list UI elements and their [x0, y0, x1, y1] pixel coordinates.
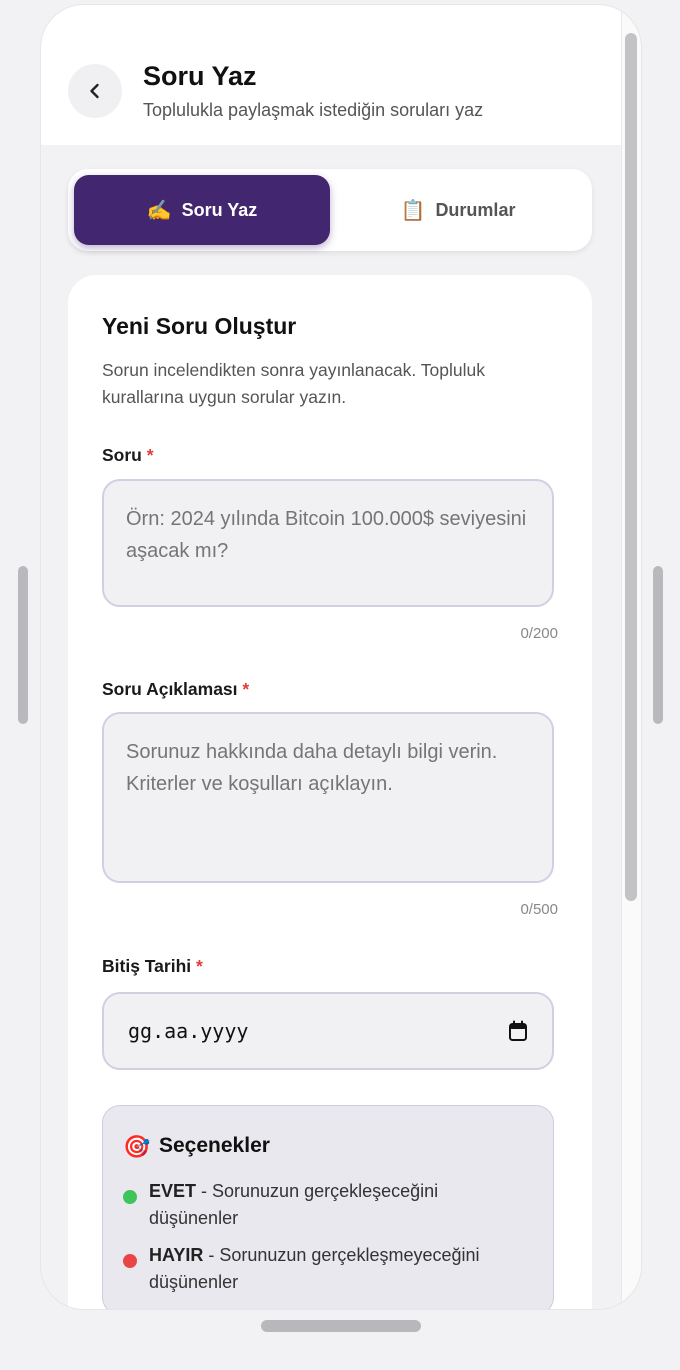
question-input[interactable]	[102, 479, 554, 607]
options-box: 🎯 Seçenekler EVET - Sorunuzun gerçekleşe…	[102, 1105, 554, 1309]
calendar-icon[interactable]	[508, 1020, 528, 1042]
chevron-left-icon	[90, 83, 99, 99]
description-char-counter: 0/500	[520, 901, 558, 918]
new-question-card: Yeni Soru Oluştur Sorun incelendikten so…	[68, 275, 592, 1309]
option-yes-text: EVET - Sorunuzun gerçekleşeceğini düşüne…	[149, 1178, 523, 1232]
description-input[interactable]	[102, 712, 554, 883]
back-button[interactable]	[68, 64, 122, 118]
option-yes-key: EVET	[149, 1181, 197, 1201]
tab-label: Soru Yaz	[181, 199, 258, 220]
tab-durumlar[interactable]: 📋 Durumlar	[330, 175, 586, 245]
option-yes: EVET - Sorunuzun gerçekleşeceğini düşüne…	[123, 1178, 523, 1232]
description-label: Soru Açıklaması *	[102, 679, 249, 700]
card-description: Sorun incelendikten sonra yayınlanacak. …	[102, 360, 485, 407]
question-label-text: Soru	[102, 445, 142, 465]
required-mark: *	[146, 445, 154, 465]
end-date-input[interactable]: gg.aa.yyyy	[102, 992, 554, 1070]
tab-soru-yaz[interactable]: ✍️ Soru Yaz	[74, 175, 330, 245]
phone-screen: Soru Yaz Toplulukla paylaşmak istediğin …	[40, 4, 642, 1310]
option-no-key: HAYIR	[149, 1245, 204, 1265]
side-button-right	[653, 566, 663, 724]
end-date-label-text: Bitiş Tarihi	[102, 956, 192, 976]
writing-hand-icon: ✍️	[146, 199, 172, 222]
date-value: gg.aa.yyyy	[128, 1019, 249, 1043]
option-no: HAYIR - Sorunuzun gerçekleşmeyeceğini dü…	[123, 1242, 523, 1296]
green-dot-icon	[123, 1190, 137, 1204]
red-dot-icon	[123, 1254, 137, 1268]
options-title: Seçenekler	[159, 1134, 270, 1157]
home-indicator[interactable]	[261, 1320, 421, 1332]
option-no-text: HAYIR - Sorunuzun gerçekleşmeyeceğini dü…	[149, 1242, 523, 1296]
clipboard-icon: 📋	[400, 199, 426, 222]
page-subtitle: Toplulukla paylaşmak istediğin soruları …	[143, 100, 484, 120]
page-title: Soru Yaz	[143, 61, 257, 91]
card-title: Yeni Soru Oluştur	[102, 313, 297, 339]
required-mark: *	[196, 956, 203, 976]
tab-bar: ✍️ Soru Yaz 📋 Durumlar	[68, 169, 592, 251]
question-char-counter: 0/200	[520, 625, 558, 642]
description-label-text: Soru Açıklaması	[102, 679, 238, 699]
header: Soru Yaz Toplulukla paylaşmak istediğin …	[41, 5, 621, 145]
required-mark: *	[242, 679, 250, 699]
scrollbar-thumb[interactable]	[625, 33, 637, 901]
question-label: Soru *	[102, 445, 154, 466]
target-icon: 🎯	[123, 1134, 151, 1159]
tab-label: Durumlar	[435, 199, 516, 220]
end-date-label: Bitiş Tarihi *	[102, 956, 203, 977]
side-button-left	[18, 566, 28, 724]
